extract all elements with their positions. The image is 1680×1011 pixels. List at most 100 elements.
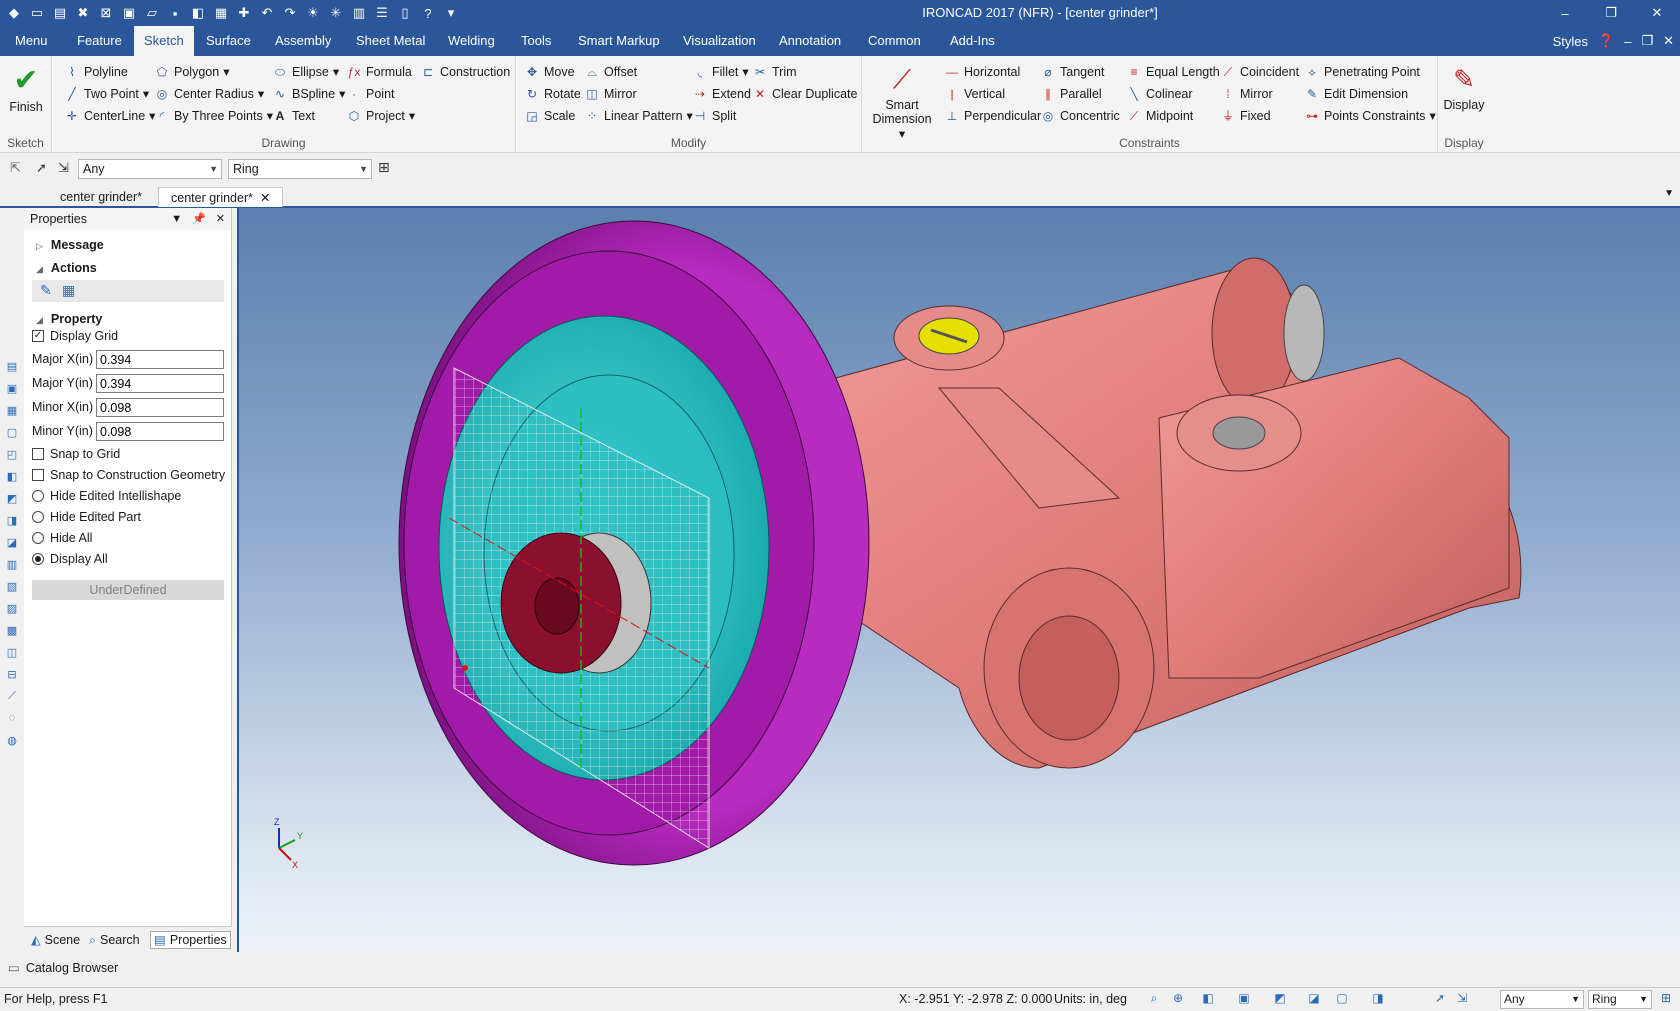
construction-button[interactable]: ⊏ Construction	[420, 62, 510, 82]
status-filter-any[interactable]: Any ▼	[1500, 990, 1584, 1009]
formula-button[interactable]: ƒx Formula	[346, 62, 412, 82]
radio-hide-all[interactable]: Hide All	[32, 531, 92, 545]
edit-action-icon[interactable]: ✎	[40, 282, 52, 299]
ribbon-close-icon[interactable]: ✕	[1663, 33, 1674, 49]
catalog-browser-bar[interactable]: ▭ Catalog Browser	[0, 956, 1680, 980]
assembly-tree-icon[interactable]: ⊞	[378, 159, 390, 176]
render-mode-icon[interactable]: ▣	[1236, 991, 1252, 1007]
radio-display-all[interactable]: Display All	[32, 552, 108, 566]
strip-icon-14[interactable]: ◫	[3, 646, 21, 662]
doc-tab-2[interactable]: center grinder* ✕	[158, 187, 284, 207]
center-radius-button[interactable]: ◎ Center Radius ▾	[154, 84, 264, 104]
section-message[interactable]: ▷ Message	[36, 238, 104, 252]
filter-combo-any[interactable]: Any ▼	[78, 159, 222, 179]
tab-common[interactable]: Common	[858, 26, 931, 56]
pin-icon[interactable]: 📌	[192, 208, 206, 230]
display-grid-checkbox[interactable]: ✓ Display Grid	[32, 329, 118, 343]
fixed-button[interactable]: ⏚ Fixed	[1220, 106, 1271, 126]
strip-icon-11[interactable]: ▧	[3, 580, 21, 596]
radio-hide-edited-intellishape[interactable]: Hide Edited Intellishape	[32, 489, 181, 503]
tab-add-ins[interactable]: Add-Ins	[940, 26, 1005, 56]
tab-list-icon[interactable]: ▼	[1664, 188, 1674, 199]
fillet-button[interactable]: ◟ Fillet ▾	[692, 62, 749, 82]
vertical-button[interactable]: | Vertical	[944, 84, 1005, 104]
trim-button[interactable]: ✂ Trim	[752, 62, 797, 82]
ribbon-minimize-icon[interactable]: –	[1624, 34, 1631, 49]
penetrating-point-button[interactable]: ⟡ Penetrating Point	[1304, 62, 1420, 82]
strip-icon-16[interactable]: ⟋	[3, 690, 21, 706]
project-button[interactable]: ⬡ Project ▾	[346, 106, 415, 126]
pick-icon[interactable]: ⇱	[10, 160, 21, 176]
assembly-tree-icon[interactable]: ⊞	[1658, 991, 1674, 1007]
tab-smart-markup[interactable]: Smart Markup	[568, 26, 670, 56]
calculator-icon[interactable]: ▦	[62, 282, 75, 299]
point-button[interactable]: · Point	[346, 84, 395, 104]
panel-menu-icon[interactable]: ▼	[171, 208, 182, 230]
section-property[interactable]: ◢ Property	[36, 312, 102, 326]
colinear-button[interactable]: ╲ Colinear	[1126, 84, 1192, 104]
shading-icon[interactable]: ◪	[1306, 991, 1322, 1007]
move-button[interactable]: ✥ Move	[524, 62, 575, 82]
clear-duplicate-button[interactable]: ✕ Clear Duplicate	[752, 84, 858, 104]
edit-dimension-button[interactable]: ✎ Edit Dimension	[1304, 84, 1408, 104]
extend-button[interactable]: ⇢ Extend	[692, 84, 751, 104]
snap-to-construction-checkbox[interactable]: Snap to Construction Geometry	[32, 468, 225, 482]
bspline-button[interactable]: ∿ BSpline ▾	[272, 84, 345, 104]
minor-y-input[interactable]	[96, 422, 224, 441]
perpendicular-button[interactable]: ⊥ Perpendicular	[944, 106, 1041, 126]
tab-sketch[interactable]: Sketch	[134, 26, 194, 56]
strip-icon-1[interactable]: ▤	[3, 360, 21, 376]
strip-icon-8[interactable]: ◨	[3, 514, 21, 530]
tab-sheet-metal[interactable]: Sheet Metal	[346, 26, 435, 56]
help-icon[interactable]: ❓	[1598, 33, 1614, 49]
strip-icon-17[interactable]: ◌	[3, 712, 21, 728]
equal-length-button[interactable]: ≡ Equal Length	[1126, 62, 1219, 82]
styles-menu[interactable]: Styles	[1553, 34, 1588, 49]
filter-combo-ring[interactable]: Ring ▼	[228, 159, 372, 179]
tab-scene[interactable]: ◭ Scene	[28, 931, 83, 949]
display-mode-icon[interactable]: ◨	[1370, 991, 1386, 1007]
close-tab-icon[interactable]: ✕	[260, 191, 270, 205]
coincident-button[interactable]: ⟋ Coincident	[1220, 62, 1299, 82]
strip-icon-9[interactable]: ◪	[3, 536, 21, 552]
close-icon[interactable]: ✕	[1634, 0, 1680, 26]
tab-properties[interactable]: ▤ Properties	[150, 931, 231, 949]
smart-dimension-button[interactable]: ⟋ Smart Dimension ▾	[868, 62, 936, 141]
split-button[interactable]: ⊣ Split	[692, 106, 737, 126]
minor-x-input[interactable]	[96, 398, 224, 417]
zoom-fit-icon[interactable]: ⌕	[1146, 991, 1162, 1007]
strip-icon-18[interactable]: ◍	[3, 734, 21, 750]
parallel-button[interactable]: ∥ Parallel	[1040, 84, 1102, 104]
ellipse-button[interactable]: ⬭ Ellipse ▾	[272, 62, 339, 82]
select-filter-icon[interactable]: ⇲	[1454, 991, 1470, 1007]
select-filter-icon[interactable]: ⇲	[58, 160, 69, 176]
section-icon[interactable]: ◩	[1272, 991, 1288, 1007]
midpoint-button[interactable]: ⟋ Midpoint	[1126, 106, 1193, 126]
rotate-button[interactable]: ↻ Rotate	[524, 84, 581, 104]
radio-hide-edited-part[interactable]: Hide Edited Part	[32, 510, 141, 524]
scale-button[interactable]: ◲ Scale	[524, 106, 575, 126]
polyline-button[interactable]: ⌇ Polyline	[64, 62, 128, 82]
strip-icon-3[interactable]: ▦	[3, 404, 21, 420]
panel-close-icon[interactable]: ✕	[216, 208, 225, 230]
strip-icon-6[interactable]: ◧	[3, 470, 21, 486]
view-orient-icon[interactable]: ▢	[1334, 991, 1350, 1007]
strip-icon-7[interactable]: ◩	[3, 492, 21, 508]
select-arrow-icon[interactable]: ➚	[36, 160, 47, 176]
3d-viewport[interactable]: Z Y X	[237, 208, 1680, 952]
strip-icon-4[interactable]: ▢	[3, 426, 21, 442]
status-filter-ring[interactable]: Ring ▼	[1588, 990, 1652, 1009]
zoom-icon[interactable]: ⊕	[1170, 991, 1186, 1007]
ribbon-restore-icon[interactable]: ❐	[1641, 33, 1653, 49]
tab-feature[interactable]: Feature	[67, 26, 132, 56]
snap-to-grid-checkbox[interactable]: Snap to Grid	[32, 447, 120, 461]
polygon-button[interactable]: ⬠ Polygon ▾	[154, 62, 230, 82]
two-point-button[interactable]: ╱ Two Point ▾	[64, 84, 149, 104]
checkbox-checked[interactable]: ✓	[32, 330, 44, 342]
major-x-input[interactable]	[96, 350, 224, 369]
strip-icon-12[interactable]: ▨	[3, 602, 21, 618]
three-points-button[interactable]: ◜ By Three Points ▾	[154, 106, 273, 126]
mirror-constraint-button[interactable]: ⁞ Mirror	[1220, 84, 1272, 104]
strip-icon-15[interactable]: ⊟	[3, 668, 21, 684]
strip-icon-5[interactable]: ◰	[3, 448, 21, 464]
